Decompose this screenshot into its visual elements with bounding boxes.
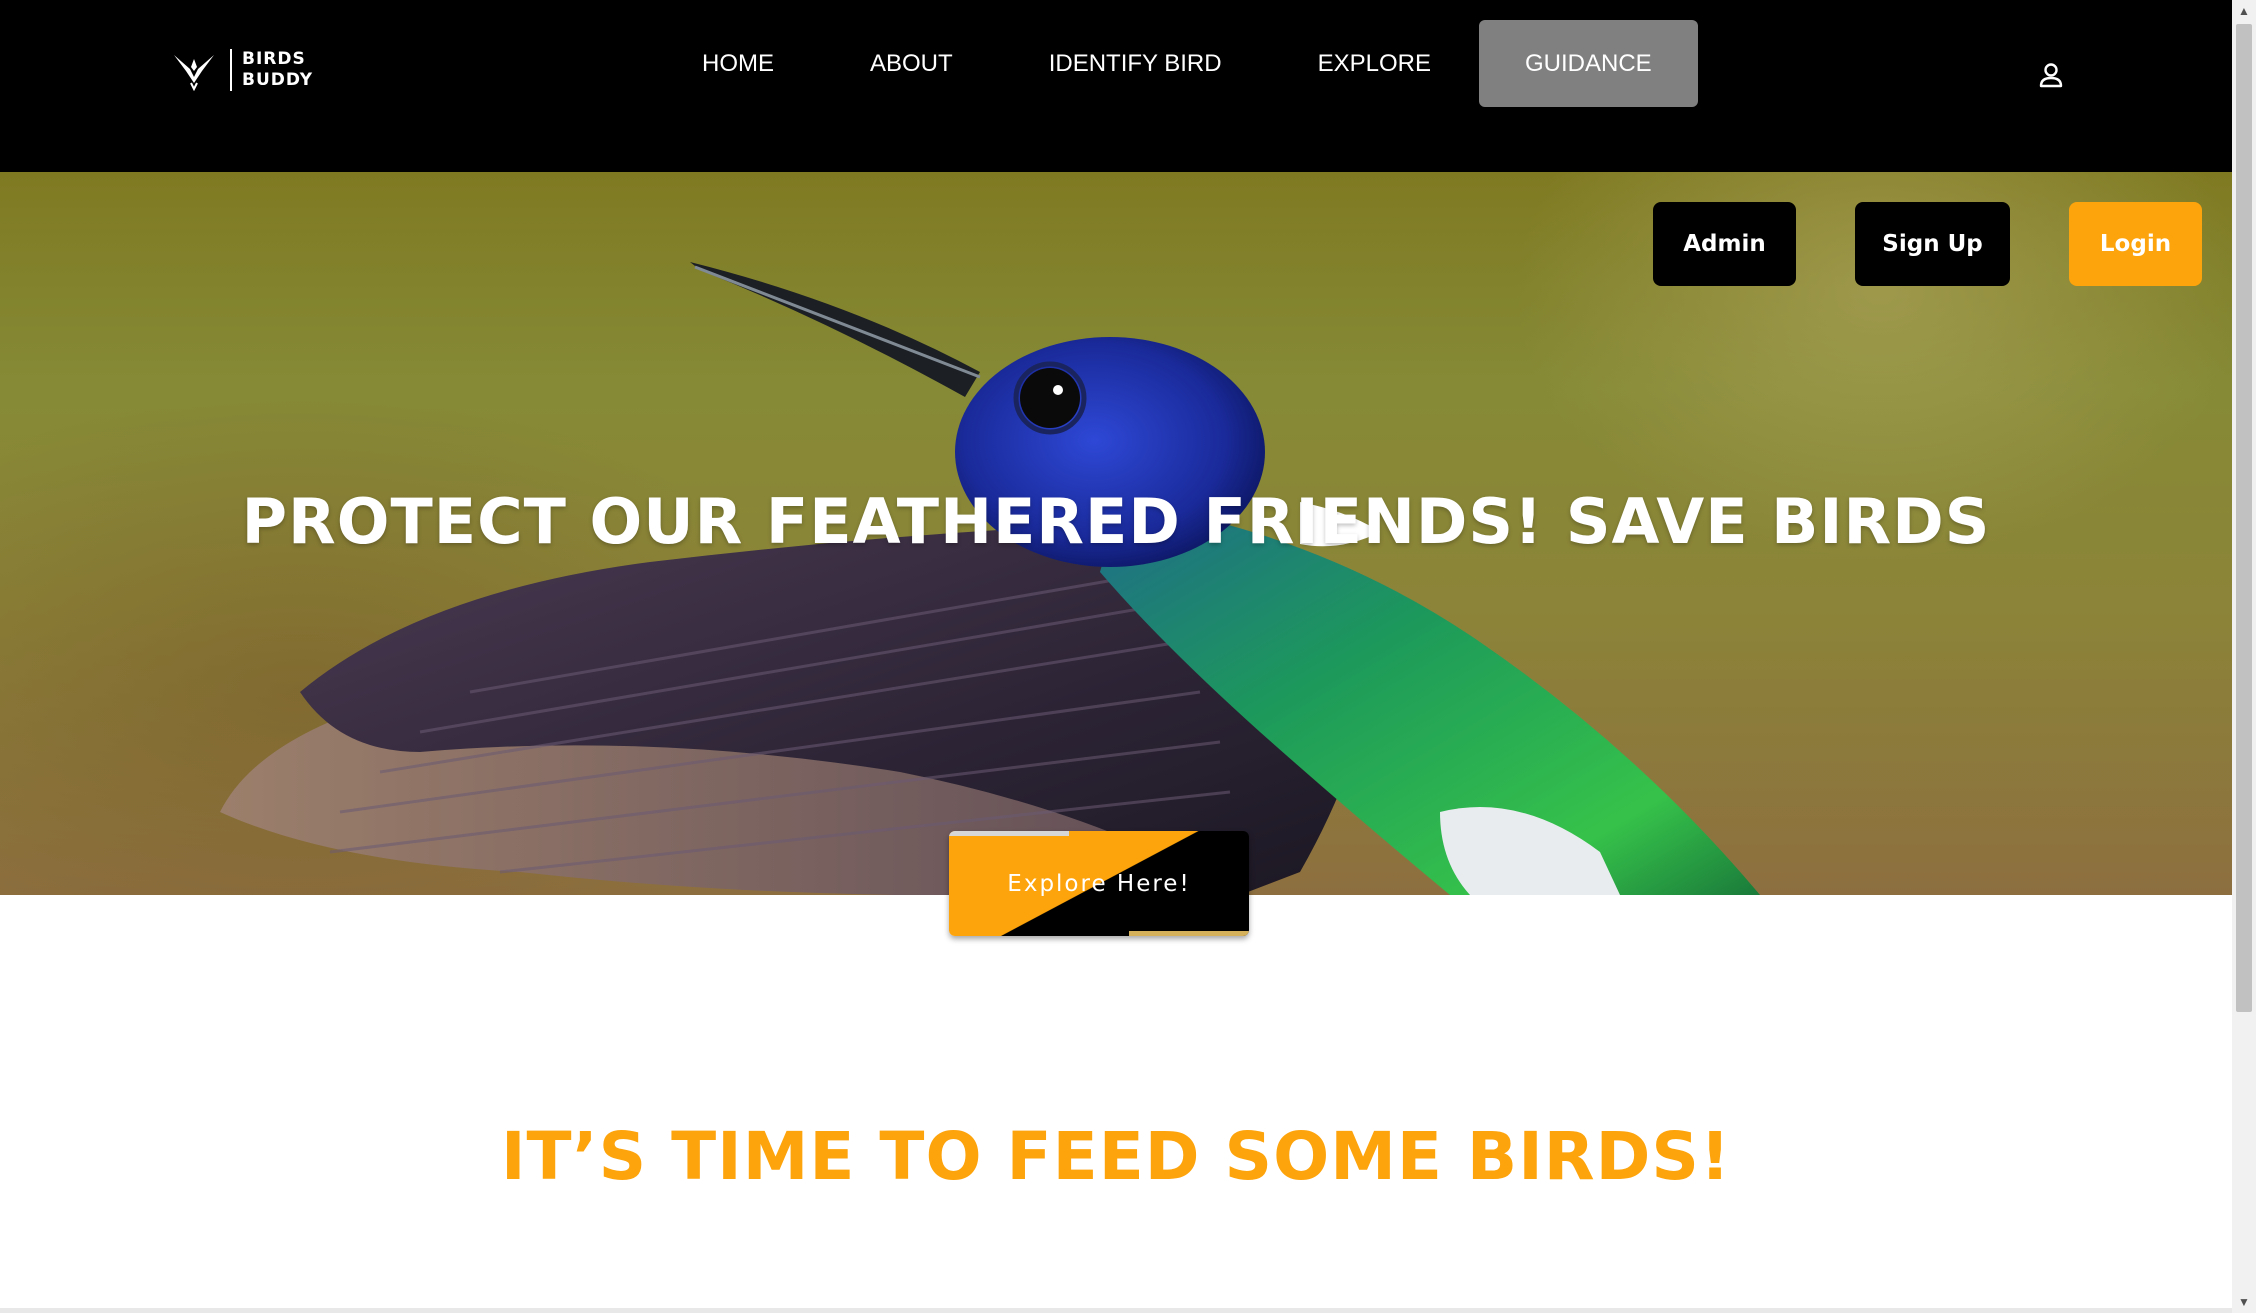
button-edge-bottom	[1129, 931, 1249, 936]
button-edge-top	[949, 831, 1069, 836]
brand-line1: BIRDS	[242, 49, 306, 69]
logo-divider	[230, 49, 232, 91]
explore-here-label: Explore Here!	[1007, 870, 1191, 897]
nav-home[interactable]: HOME	[654, 20, 822, 107]
vertical-scrollbar[interactable]: ▲ ▼	[2232, 0, 2256, 1313]
nav-guidance[interactable]: GUIDANCE	[1479, 20, 1698, 107]
main-nav: HOME ABOUT IDENTIFY BIRD EXPLORE GUIDANC…	[654, 20, 1698, 107]
nav-identify-bird[interactable]: IDENTIFY BIRD	[1001, 20, 1270, 107]
bird-logo-icon	[174, 55, 214, 91]
explore-here-button[interactable]: Explore Here!	[949, 831, 1249, 936]
login-button[interactable]: Login	[2069, 202, 2202, 286]
nav-about[interactable]: ABOUT	[822, 20, 1001, 107]
hero-banner: Admin Sign Up Login PROTECT OUR FEATHERE…	[0, 172, 2232, 895]
admin-button[interactable]: Admin	[1653, 202, 1796, 286]
signup-button[interactable]: Sign Up	[1855, 202, 2010, 286]
section-title: IT’S TIME TO FEED SOME BIRDS!	[500, 1118, 1732, 1195]
brand-name: BIRDS BUDDY	[242, 49, 313, 91]
scrollbar-thumb[interactable]	[2236, 24, 2252, 1012]
user-icon[interactable]	[2036, 60, 2066, 90]
page-bottom-edge	[0, 1308, 2232, 1313]
scroll-up-arrow-icon[interactable]: ▲	[2232, 0, 2256, 22]
scroll-down-arrow-icon[interactable]: ▼	[2232, 1291, 2256, 1313]
brand-logo[interactable]: BIRDS BUDDY	[172, 49, 313, 91]
brand-line2: BUDDY	[242, 70, 314, 90]
hero-title: PROTECT OUR FEATHERED FRIENDS! SAVE BIRD…	[241, 485, 1991, 558]
nav-explore[interactable]: EXPLORE	[1270, 20, 1479, 107]
navbar: BIRDS BUDDY HOME ABOUT IDENTIFY BIRD EXP…	[0, 0, 2232, 172]
